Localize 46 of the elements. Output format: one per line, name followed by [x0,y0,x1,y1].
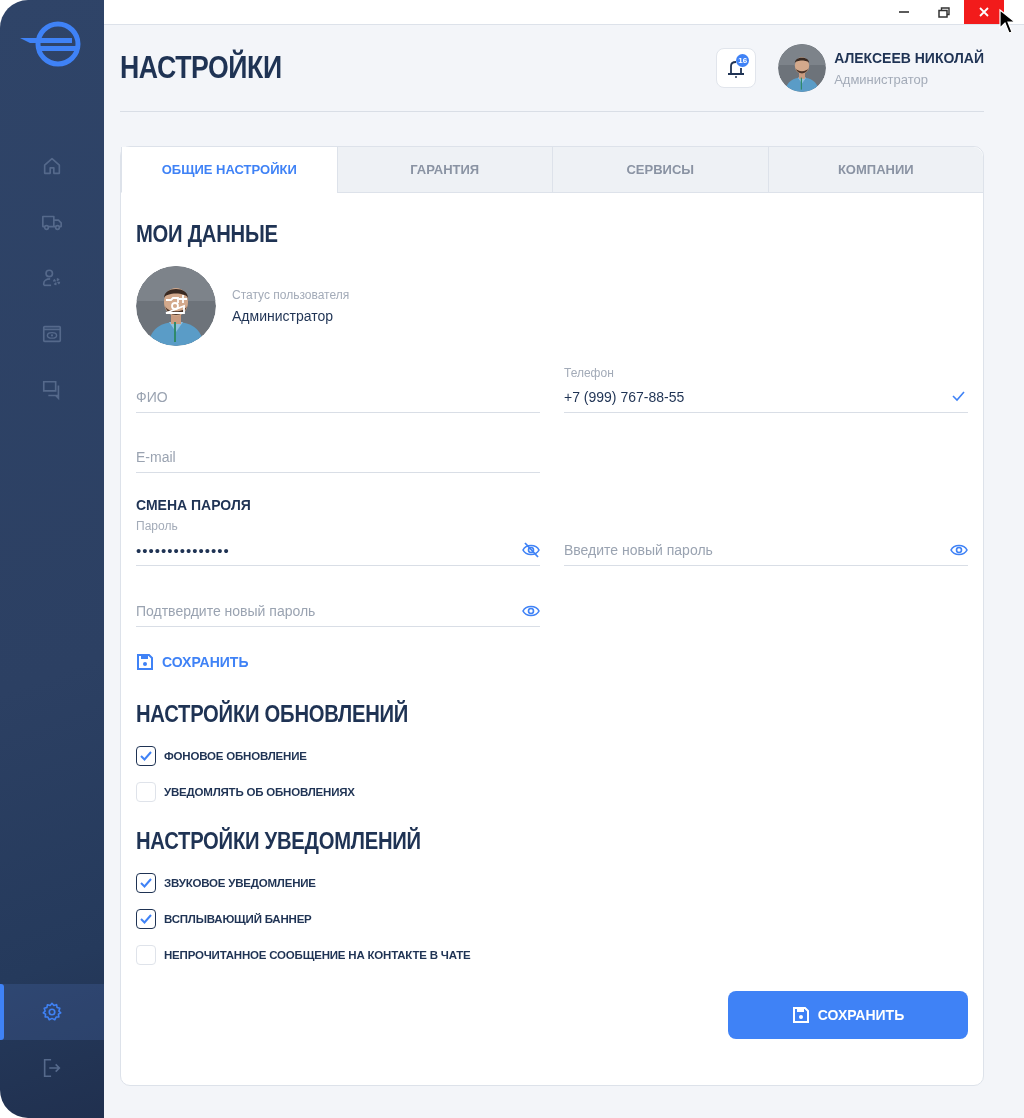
checkbox-label: ФОНОВОЕ ОБНОВЛЕНИЕ [164,750,307,762]
check-icon [140,914,152,924]
input-field[interactable]: Подтвердите новый пароль [136,596,540,627]
close-icon [979,7,989,17]
checkbox[interactable] [136,746,156,766]
section-heading: НАСТРОЙКИ УВЕДОМЛЕНИЙ [136,828,422,855]
notification-button[interactable]: 16 [716,48,757,88]
field-label: Телефон [564,366,614,380]
restore-icon [938,6,950,18]
notification-count: 16 [736,54,750,67]
input-field[interactable]: E-mail [136,442,540,473]
check-icon [140,751,152,761]
field-label: Пароль [136,519,178,533]
checkbox[interactable] [136,909,156,929]
user-gear-icon [41,267,63,289]
eye-off-icon[interactable] [522,541,540,559]
checkbox-label: НЕПРОЧИТАННОЕ СООБЩЕНИЕ НА КОНТАКТЕ В ЧАТЕ [164,949,471,961]
checkbox-label: УВЕДОМЛЯТЬ ОБ ОБНОВЛЕНИЯХ [164,786,355,798]
page-title: НАСТРОЙКИ [120,50,283,86]
save-link[interactable]: СОХРАНИТЬ [136,653,249,671]
section-heading: НАСТРОЙКИ ОБНОВЛЕНИЙ [136,701,410,728]
status-label: Статус пользователя [232,288,350,302]
tab[interactable]: ГАРАНТИЯ [336,147,552,193]
close-button[interactable] [964,0,1004,24]
logout-icon [41,1057,63,1079]
checkbox-label: ЗВУКОВОЕ УВЕДОМЛЕНИЕ [164,877,316,889]
tab[interactable]: КОМПАНИИ [767,147,983,193]
tab[interactable]: СЕРВИСЫ [552,147,768,193]
input-field[interactable]: ••••••••••••••• [136,535,540,566]
subsection-heading: СМЕНА ПАРОЛЯ [136,497,252,513]
input-field[interactable]: ФИО [136,382,540,413]
status-value: Администратор [232,308,334,324]
checkbox[interactable] [136,873,156,893]
home-icon [41,155,63,177]
settings-icon [41,1001,63,1023]
minimize-icon [899,11,909,13]
input-field[interactable]: +7 (999) 767-88-55 [564,382,968,413]
save-button[interactable]: СОХРАНИТЬ [728,991,968,1039]
user-role: Администратор [834,71,929,87]
eye-window-icon [41,323,63,345]
check-icon [140,878,152,888]
section-heading: МОИ ДАННЫЕ [136,221,279,248]
sidebar-item[interactable] [0,984,104,1040]
input-field[interactable]: Введите новый пароль [564,535,968,566]
checkbox-label: ВСПЛЫВАЮЩИЙ БАННЕР [164,913,312,925]
user-name: АЛЕКСЕЕВ НИКОЛАЙ [834,49,984,66]
